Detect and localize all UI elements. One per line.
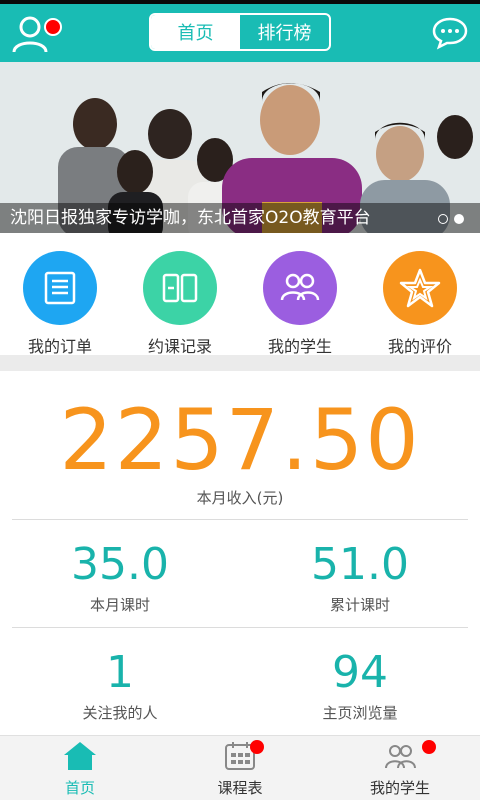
stat-value: 35.0 xyxy=(71,539,169,590)
tab-home[interactable]: 首页 xyxy=(151,15,240,49)
nav-schedule[interactable]: 课程表 xyxy=(160,736,320,800)
course-records-button[interactable]: 约课记录 xyxy=(130,251,230,357)
quick-action-label: 我的学生 xyxy=(267,337,332,356)
messages-button[interactable] xyxy=(432,16,468,50)
stat-value: 94 xyxy=(332,647,388,698)
quick-actions: 我的订单 约课记录 我的学生 我的评价 xyxy=(0,233,480,357)
my-reviews-button[interactable]: 我的评价 xyxy=(370,251,470,357)
user-avatar-button[interactable] xyxy=(10,12,62,56)
my-students-button[interactable]: 我的学生 xyxy=(250,251,350,357)
promo-banner[interactable]: 沈阳日报独家专访学咖，东北首家O2O教育平台 xyxy=(0,62,480,233)
top-bar: 首页 排行榜 xyxy=(0,4,480,62)
nav-label: 课程表 xyxy=(217,779,263,797)
stats-panel: 2257.50 本月收入(元) 35.0 本月课时 51.0 累计课时 1 关注… xyxy=(0,371,480,735)
pager-dot[interactable] xyxy=(438,214,448,224)
divider xyxy=(12,627,468,628)
course-record-icon xyxy=(143,251,217,325)
monthly-income-value: 2257.50 xyxy=(59,391,421,489)
quick-action-label: 我的订单 xyxy=(27,337,92,356)
monthly-income-label: 本月收入(元) xyxy=(196,489,284,507)
notification-badge xyxy=(250,740,264,754)
banner-pager xyxy=(438,214,464,224)
order-list-icon xyxy=(23,251,97,325)
total-hours-stat: 51.0 累计课时 xyxy=(240,539,480,615)
star-rating-icon xyxy=(383,251,457,325)
quick-action-label: 我的评价 xyxy=(387,337,452,356)
stat-value: 51.0 xyxy=(311,539,409,590)
nav-home[interactable]: 首页 xyxy=(0,736,160,800)
banner-caption: 沈阳日报独家专访学咖，东北首家O2O教育平台 xyxy=(10,208,371,228)
notification-badge xyxy=(44,18,62,36)
top-tab-switcher: 首页 排行榜 xyxy=(149,13,331,51)
page-views-stat: 94 主页浏览量 xyxy=(240,647,480,723)
bottom-nav: 首页 课程表 我的学生 xyxy=(0,735,480,800)
chat-bubble-icon xyxy=(432,17,468,50)
notification-badge xyxy=(422,740,436,754)
students-icon xyxy=(263,251,337,325)
stat-label: 主页浏览量 xyxy=(322,704,398,722)
nav-label: 我的学生 xyxy=(369,779,430,797)
stat-value: 1 xyxy=(106,647,134,698)
home-icon xyxy=(64,742,96,770)
nav-label: 首页 xyxy=(64,779,95,797)
my-orders-button[interactable]: 我的订单 xyxy=(10,251,110,357)
students-icon xyxy=(385,745,416,769)
monthly-hours-stat: 35.0 本月课时 xyxy=(0,539,240,615)
stat-label: 关注我的人 xyxy=(82,704,158,722)
followers-stat[interactable]: 1 关注我的人 xyxy=(0,647,240,723)
nav-my-students[interactable]: 我的学生 xyxy=(320,736,480,800)
tab-ranking[interactable]: 排行榜 xyxy=(240,15,329,49)
section-divider xyxy=(0,355,480,371)
quick-action-label: 约课记录 xyxy=(147,337,212,356)
stat-label: 累计课时 xyxy=(329,596,390,614)
divider xyxy=(12,519,468,520)
stat-label: 本月课时 xyxy=(89,596,150,614)
pager-dot-active[interactable] xyxy=(454,214,464,224)
